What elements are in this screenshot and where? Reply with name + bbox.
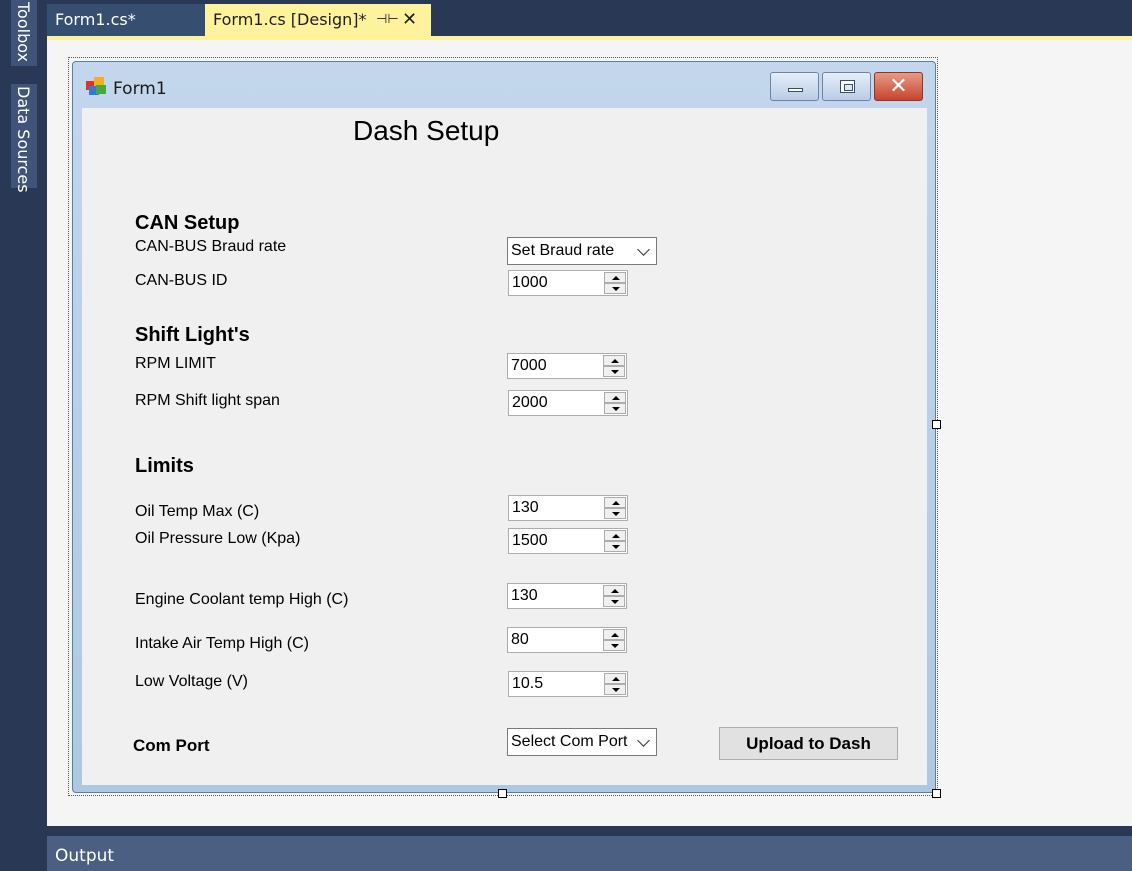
tab-form1-design-label: Form1.cs [Design]* <box>213 10 367 29</box>
increment-icon[interactable] <box>604 272 626 283</box>
decrement-icon[interactable] <box>604 283 626 294</box>
decrement-icon[interactable] <box>604 403 626 414</box>
com-port-label: Com Port <box>133 736 210 755</box>
resize-handle-corner[interactable] <box>932 789 941 798</box>
designer-canvas[interactable]: Form1 ✕ Dash Setup CAN Setup CAN-BUS Bra… <box>47 40 1132 826</box>
close-tab-icon[interactable]: ✕ <box>402 4 417 36</box>
baud-rate-label: CAN-BUS Braud rate <box>135 238 287 255</box>
rpm-limit-value: 7000 <box>511 357 547 374</box>
decrement-icon[interactable] <box>603 640 625 651</box>
increment-icon[interactable] <box>603 629 625 640</box>
low-voltage-label: Low Voltage (V) <box>135 673 248 690</box>
pin-icon[interactable]: ⊣⊢ <box>376 4 399 36</box>
chevron-down-icon <box>637 734 650 747</box>
toolbox-tab[interactable]: Toolbox <box>11 0 37 66</box>
shift-span-stepper[interactable]: 2000 <box>508 390 628 416</box>
rpm-limit-label: RPM LIMIT <box>135 355 216 372</box>
baud-rate-dropdown[interactable]: Set Braud rate <box>507 237 657 265</box>
maximize-button[interactable] <box>822 72 871 101</box>
baud-rate-value: Set Braud rate <box>511 242 615 259</box>
form-app-icon <box>86 77 106 95</box>
intake-air-value: 80 <box>511 631 529 648</box>
increment-icon[interactable] <box>604 673 626 684</box>
chevron-down-icon <box>637 243 650 256</box>
output-panel-tab[interactable]: Output <box>47 836 1132 871</box>
resize-handle-right[interactable] <box>932 420 941 429</box>
toolbox-tab-label: Toolbox <box>14 2 33 62</box>
increment-icon[interactable] <box>604 392 626 403</box>
increment-icon[interactable] <box>603 585 625 596</box>
oil-pressure-label: Oil Pressure Low (Kpa) <box>135 530 301 547</box>
oil-pressure-value: 1500 <box>512 532 548 549</box>
data-sources-tab[interactable]: Data Sources <box>11 84 37 193</box>
document-tab-bar: Form1.cs* Form1.cs [Design]* ⊣⊢ ✕ <box>47 0 1132 36</box>
tab-form1-design[interactable]: Form1.cs [Design]* ⊣⊢ ✕ <box>205 4 431 36</box>
decrement-icon[interactable] <box>604 684 626 695</box>
form-client-area: Dash Setup CAN Setup CAN-BUS Braud rate … <box>82 108 927 785</box>
increment-icon[interactable] <box>604 530 626 541</box>
increment-icon[interactable] <box>604 497 626 508</box>
decrement-icon[interactable] <box>603 596 625 607</box>
increment-icon[interactable] <box>603 355 625 366</box>
low-voltage-value: 10.5 <box>512 675 544 692</box>
minimize-button[interactable] <box>770 72 819 101</box>
coolant-label: Engine Coolant temp High (C) <box>135 591 349 608</box>
can-id-label: CAN-BUS ID <box>135 272 228 289</box>
upload-to-dash-button[interactable]: Upload to Dash <box>719 727 898 760</box>
shift-lights-heading: Shift Light's <box>135 324 250 346</box>
form-window[interactable]: Form1 ✕ Dash Setup CAN Setup CAN-BUS Bra… <box>72 61 936 793</box>
intake-air-label: Intake Air Temp High (C) <box>135 635 309 652</box>
left-tool-strip: Toolbox Data Sources <box>0 0 47 871</box>
low-voltage-stepper[interactable]: 10.5 <box>508 671 628 697</box>
output-panel-label: Output <box>55 846 115 866</box>
tab-form1-code-label: Form1.cs* <box>55 10 136 29</box>
can-id-value: 1000 <box>512 274 548 291</box>
decrement-icon[interactable] <box>604 508 626 519</box>
oil-pressure-stepper[interactable]: 1500 <box>508 528 628 554</box>
can-setup-heading: CAN Setup <box>135 212 240 234</box>
page-title: Dash Setup <box>353 115 500 146</box>
decrement-icon[interactable] <box>603 366 625 377</box>
tab-form1-code[interactable]: Form1.cs* <box>47 4 205 36</box>
coolant-stepper[interactable]: 130 <box>507 583 627 609</box>
decrement-icon[interactable] <box>604 541 626 552</box>
oil-temp-label: Oil Temp Max (C) <box>135 503 260 520</box>
panel-divider <box>47 826 1132 836</box>
data-sources-tab-label: Data Sources <box>14 86 33 193</box>
close-button[interactable]: ✕ <box>874 72 923 101</box>
shift-span-value: 2000 <box>512 394 548 411</box>
com-port-dropdown[interactable]: Select Com Port <box>507 728 657 756</box>
oil-temp-value: 130 <box>512 499 539 516</box>
maximize-icon <box>840 80 855 93</box>
com-port-value: Select Com Port <box>511 733 628 750</box>
close-icon: ✕ <box>889 74 908 99</box>
shift-span-label: RPM Shift light span <box>135 392 280 409</box>
intake-air-stepper[interactable]: 80 <box>507 627 627 653</box>
form-title: Form1 <box>113 79 167 99</box>
coolant-value: 130 <box>511 587 538 604</box>
can-id-stepper[interactable]: 1000 <box>508 270 628 296</box>
minimize-icon <box>788 88 803 92</box>
rpm-limit-stepper[interactable]: 7000 <box>507 353 627 379</box>
limits-heading: Limits <box>135 455 194 477</box>
resize-handle-bottom[interactable] <box>498 789 507 798</box>
oil-temp-stepper[interactable]: 130 <box>508 495 628 521</box>
